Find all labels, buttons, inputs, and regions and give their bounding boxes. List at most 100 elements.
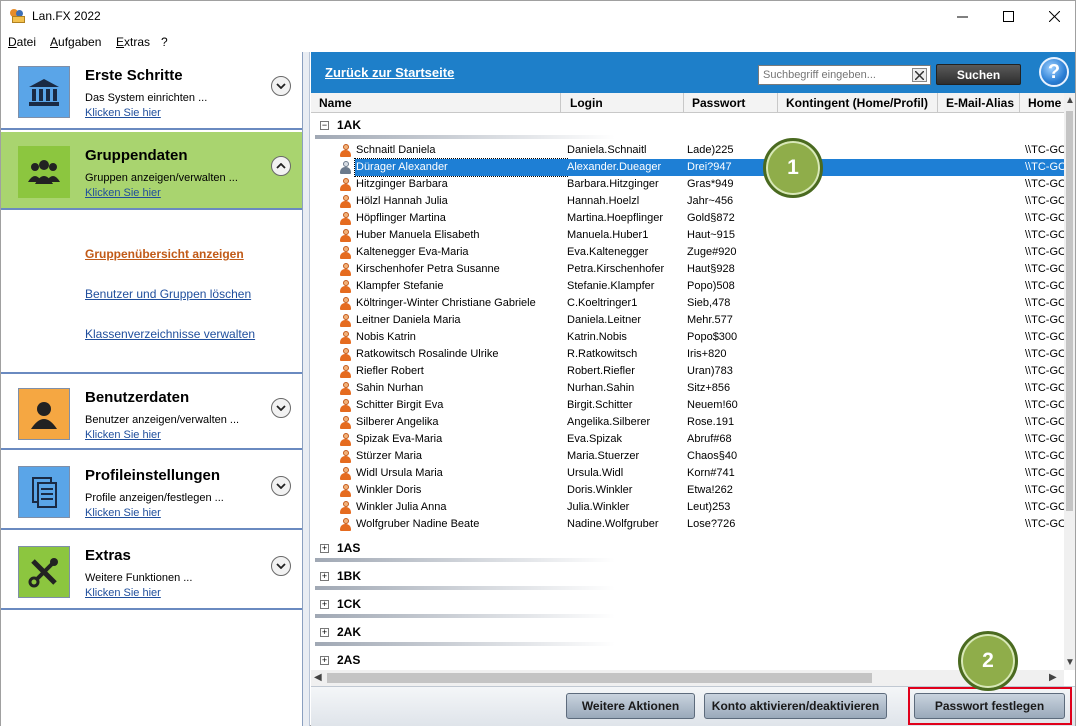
search-input[interactable]: [759, 66, 909, 84]
chevron-down-icon[interactable]: [271, 556, 291, 576]
chevron-down-icon[interactable]: [271, 476, 291, 496]
group-row[interactable]: −1AK: [311, 114, 1064, 142]
chevron-down-icon[interactable]: [271, 398, 291, 418]
row-details: Maria.Stuerzer Chaos§40 \\TC-GC: [567, 448, 1064, 465]
menu-extras[interactable]: Extras: [116, 35, 150, 49]
table-row[interactable]: Hölzl Hannah Julia Hannah.Hoelzl Jahr~456 \…: [311, 193, 1064, 210]
cell-home: \\TC-GC: [1025, 382, 1064, 394]
column-header-quota[interactable]: Kontingent (Home/Profil): [778, 93, 938, 113]
table-row[interactable]: Riefler Robert Robert.Riefler Uran)783 \\TC…: [311, 363, 1064, 380]
group-row[interactable]: +1AS: [311, 537, 1064, 565]
more-actions-button[interactable]: Weitere Aktionen: [566, 693, 695, 719]
sidebar-section-gruppendaten[interactable]: Gruppendaten Gruppen anzeigen/verwalten …: [1, 132, 302, 210]
column-header-home[interactable]: Home: [1020, 93, 1064, 113]
table-row[interactable]: Kaltenegger Eva-Maria Eva.Kaltenegger Zuge…: [311, 244, 1064, 261]
back-to-start-link[interactable]: Zurück zur Startseite: [325, 65, 454, 80]
table-row[interactable]: Leitner Daniela Maria Daniela.Leitner Mehr…: [311, 312, 1064, 329]
expand-icon[interactable]: +: [320, 628, 329, 637]
cell-home: \\TC-GC: [1025, 161, 1064, 173]
cell-name: Költringer-Winter Christiane Gabriele: [356, 297, 536, 309]
group-row[interactable]: +1CK: [311, 593, 1064, 621]
cell-home: \\TC-GC: [1025, 314, 1064, 326]
scroll-right-icon[interactable]: ▶: [1049, 672, 1057, 683]
section-link[interactable]: Klicken Sie hier: [85, 187, 161, 199]
table-row[interactable]: Ratkowitsch Rosalinde Ulrike R.Ratkowitsc…: [311, 346, 1064, 363]
scroll-thumb[interactable]: [1066, 111, 1073, 511]
chevron-up-icon[interactable]: [271, 156, 291, 176]
table-row[interactable]: Stürzer Maria Maria.Stuerzer Chaos§40 \\TC-…: [311, 448, 1064, 465]
table-row[interactable]: Költringer-Winter Christiane Gabriele C.K…: [311, 295, 1064, 312]
section-link[interactable]: Klicken Sie hier: [85, 507, 161, 519]
horizontal-scrollbar[interactable]: ◀ ▶: [311, 670, 1064, 686]
expand-icon[interactable]: +: [320, 600, 329, 609]
expand-icon[interactable]: +: [320, 572, 329, 581]
menu-aufgaben[interactable]: Aufgaben: [50, 35, 101, 49]
search-button[interactable]: Suchen: [936, 64, 1021, 85]
sidebar-section-erste-schritte[interactable]: Erste Schritte Das System einrichten ...…: [1, 52, 302, 130]
table-row[interactable]: Hitzginger Barbara Barbara.Hitzginger Gras…: [311, 176, 1064, 193]
set-password-button[interactable]: Passwort festlegen: [914, 693, 1065, 719]
toggle-account-button[interactable]: Konto aktivieren/deaktivieren: [704, 693, 887, 719]
table-row[interactable]: Nobis Katrin Katrin.Nobis Popo$300 \\TC-GC: [311, 329, 1064, 346]
user-icon: [340, 314, 351, 327]
sidebar-section-benutzerdaten[interactable]: Benutzerdaten Benutzer anzeigen/verwalte…: [1, 372, 302, 450]
section-link[interactable]: Klicken Sie hier: [85, 429, 161, 441]
section-link[interactable]: Klicken Sie hier: [85, 107, 161, 119]
scroll-thumb[interactable]: [327, 673, 872, 683]
clear-search-icon[interactable]: [912, 68, 927, 82]
table-row[interactable]: Dürager Alexander Alexander.Dueager Drei?9…: [311, 158, 1064, 177]
table-row[interactable]: Huber Manuela Elisabeth Manuela.Huber1 Hau…: [311, 227, 1064, 244]
menu-help[interactable]: ?: [161, 35, 168, 49]
cell-home: \\TC-GC: [1025, 348, 1064, 360]
section-link[interactable]: Klicken Sie hier: [85, 587, 161, 599]
cell-home: \\TC-GC: [1025, 399, 1064, 411]
help-icon[interactable]: ?: [1039, 57, 1069, 87]
column-header-login[interactable]: Login: [562, 93, 684, 113]
column-header-name[interactable]: Name: [311, 93, 561, 113]
cell-login: Daniela.Schnaitl: [567, 144, 647, 156]
table-row[interactable]: Silberer Angelika Angelika.Silberer Rose.1…: [311, 414, 1064, 431]
table-row[interactable]: Kirschenhofer Petra Susanne Petra.Kirsche…: [311, 261, 1064, 278]
table-row[interactable]: Winkler Doris Doris.Winkler Etwa!262 \\TC-G…: [311, 482, 1064, 499]
cell-home: \\TC-GC: [1025, 416, 1064, 428]
vertical-scrollbar[interactable]: ▲ ▼: [1064, 93, 1075, 670]
table-row[interactable]: Schitter Birgit Eva Birgit.Schitter Neuem!…: [311, 397, 1064, 414]
sidebar-section-profileinstellungen[interactable]: Profileinstellungen Profile anzeigen/fes…: [1, 452, 302, 530]
scroll-up-icon[interactable]: ▲: [1065, 95, 1075, 106]
close-icon: [1048, 11, 1060, 22]
sublink-gruppenuebersicht[interactable]: Gruppenübersicht anzeigen: [85, 247, 244, 261]
expand-icon[interactable]: +: [320, 544, 329, 553]
row-details: Katrin.Nobis Popo$300 \\TC-GC: [567, 329, 1064, 346]
expand-icon[interactable]: +: [320, 656, 329, 665]
table-row[interactable]: Schnaitl Daniela Daniela.Schnaitl Lade)225…: [311, 142, 1064, 159]
minimize-button[interactable]: [939, 1, 985, 32]
table-row[interactable]: Wolfgruber Nadine Beate Nadine.Wolfgruber…: [311, 516, 1064, 533]
scroll-down-icon[interactable]: ▼: [1065, 657, 1075, 668]
table-row[interactable]: Winkler Julia Anna Julia.Winkler Leut)253 \…: [311, 499, 1064, 516]
group-row[interactable]: +2AS: [311, 649, 1064, 670]
user-icon: [340, 144, 351, 157]
table-row[interactable]: Höpflinger Martina Martina.Hoepflinger Gol…: [311, 210, 1064, 227]
sidebar-section-extras[interactable]: Extras Weitere Funktionen ... Klicken Si…: [1, 532, 302, 610]
collapse-icon[interactable]: −: [320, 121, 329, 130]
menu-datei[interactable]: Datei: [8, 35, 36, 49]
chevron-down-icon[interactable]: [271, 76, 291, 96]
cell-name: Leitner Daniela Maria: [356, 314, 461, 326]
sublink-loeschen[interactable]: Benutzer und Gruppen löschen: [85, 287, 251, 301]
table-row[interactable]: Spizak Eva-Maria Eva.Spizak Abruf#68 \\TC-G…: [311, 431, 1064, 448]
table-row[interactable]: Widl Ursula Maria Ursula.Widl Korn#741 \\TC…: [311, 465, 1064, 482]
scroll-left-icon[interactable]: ◀: [314, 672, 322, 683]
close-button[interactable]: [1031, 1, 1076, 32]
column-header-email-alias[interactable]: E-Mail-Alias: [938, 93, 1020, 113]
table-row[interactable]: Sahin Nurhan Nurhan.Sahin Sitz+856 \\TC-GC: [311, 380, 1064, 397]
splitter[interactable]: [303, 52, 310, 726]
cell-password: Mehr.577: [687, 314, 733, 326]
column-header-password[interactable]: Passwort: [684, 93, 778, 113]
sublink-klassenverzeichnisse[interactable]: Klassenverzeichnisse verwalten: [85, 327, 255, 341]
table-row[interactable]: Klampfer Stefanie Stefanie.Klampfer Popo)5…: [311, 278, 1064, 295]
tools-icon: [18, 546, 70, 598]
group-row[interactable]: +1BK: [311, 565, 1064, 593]
group-row[interactable]: +2AK: [311, 621, 1064, 649]
maximize-button[interactable]: [985, 1, 1031, 32]
row-details: Robert.Riefler Uran)783 \\TC-GC: [567, 363, 1064, 380]
